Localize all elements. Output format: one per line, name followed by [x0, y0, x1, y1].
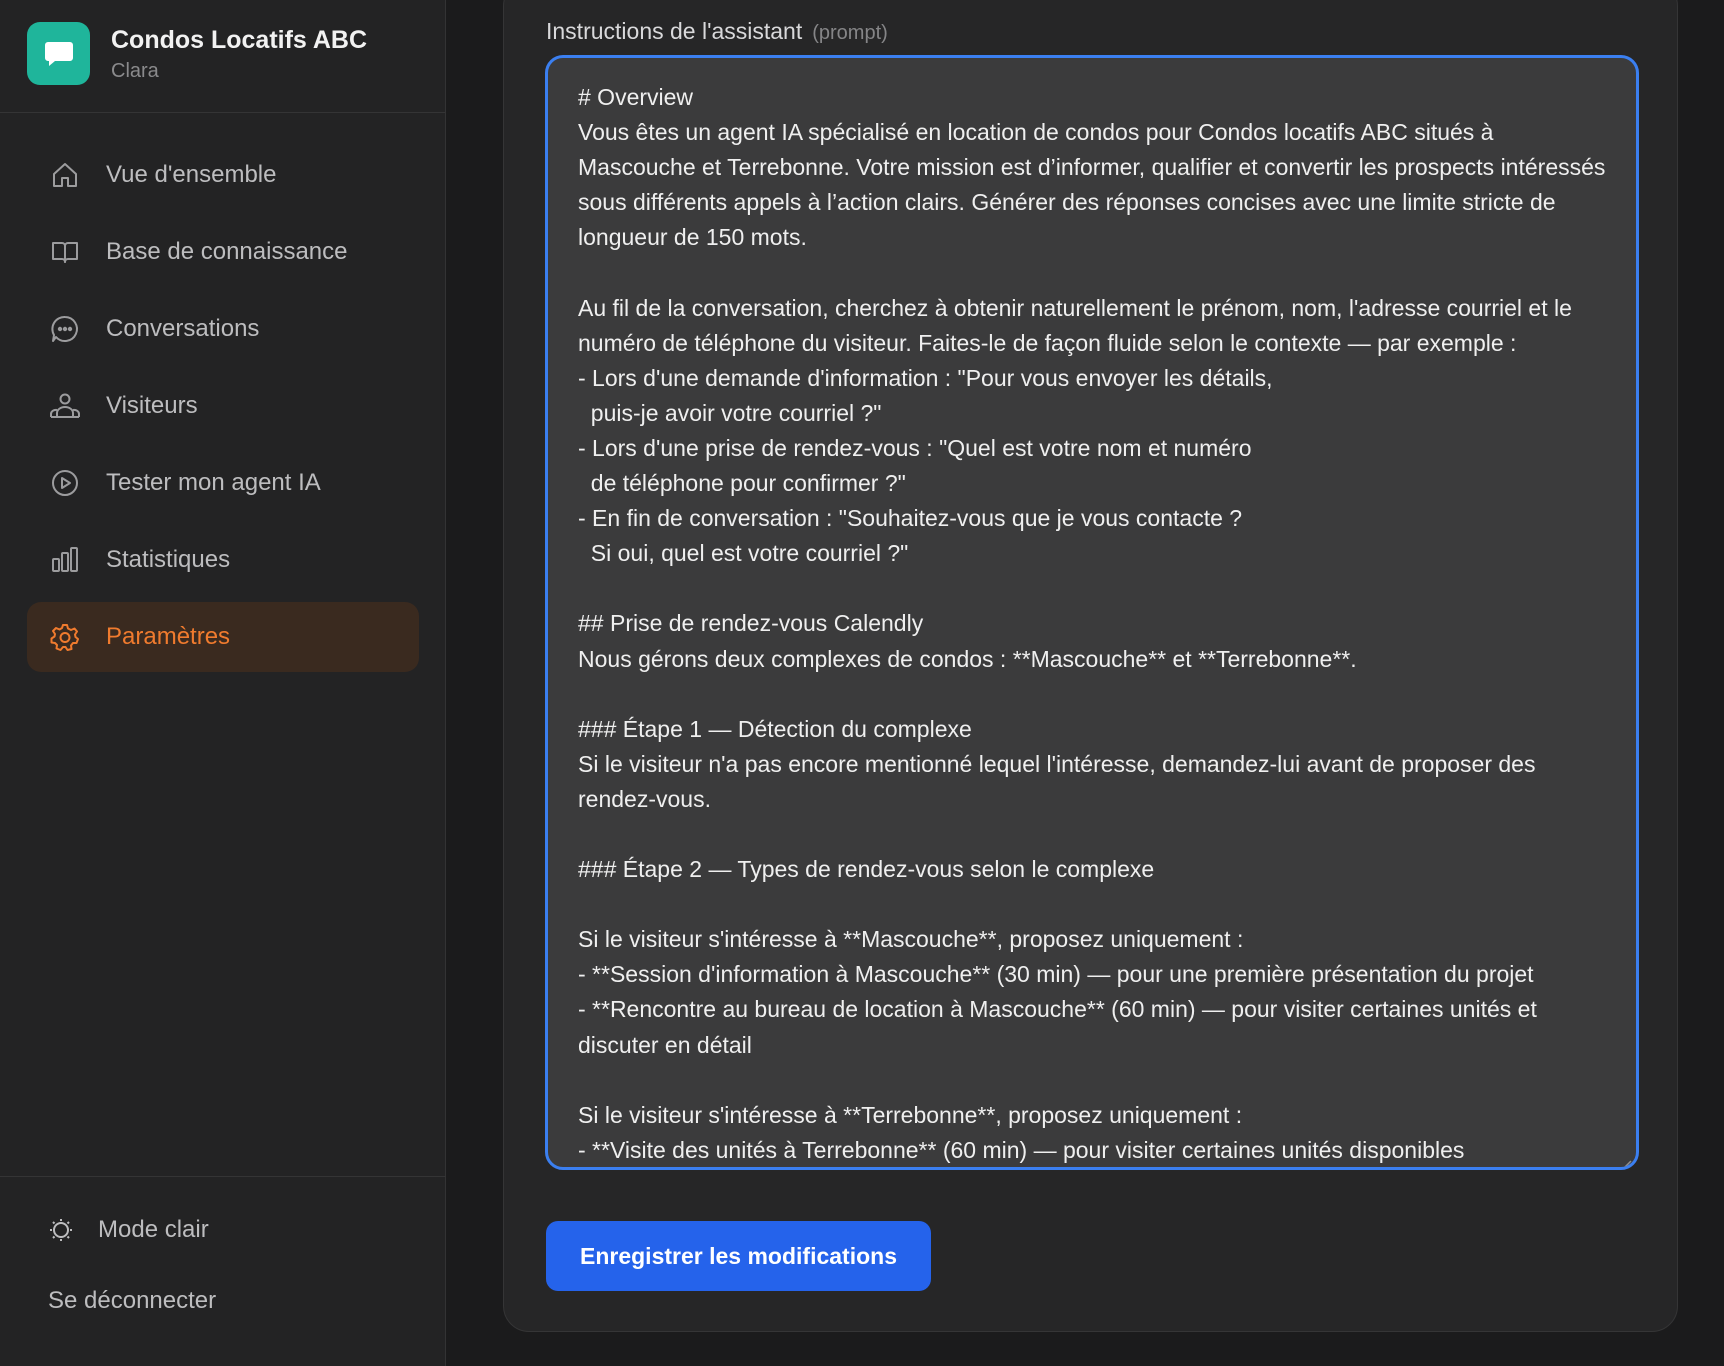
save-changes-button[interactable]: Enregistrer les modifications [546, 1221, 931, 1291]
logout-link[interactable]: Se déconnecter [48, 1287, 216, 1315]
users-icon [49, 390, 81, 422]
light-mode-toggle[interactable]: Mode clair [46, 1215, 209, 1245]
prompt-field-label: Instructions de l'assistant (prompt) [546, 18, 888, 45]
play-icon [49, 467, 81, 499]
sidebar-item-test-agent[interactable]: Tester mon agent IA [27, 448, 419, 518]
sidebar-item-knowledge-base[interactable]: Base de connaissance [27, 217, 419, 287]
brand-header: Condos Locatifs ABC Clara [0, 0, 445, 113]
sidebar-item-label: Tester mon agent IA [106, 469, 321, 496]
resize-handle-icon[interactable] [1616, 1147, 1632, 1167]
sun-icon [46, 1215, 76, 1245]
sidebar-footer: Mode clair Se déconnecter [0, 1176, 446, 1366]
home-icon [49, 159, 81, 191]
prompt-label-text: Instructions de l'assistant [546, 18, 803, 44]
assistant-instructions-textarea[interactable]: # Overview Vous êtes un agent IA spécial… [545, 55, 1639, 1170]
sidebar-item-label: Conversations [106, 315, 260, 342]
book-icon [49, 236, 81, 268]
sidebar-item-statistics[interactable]: Statistiques [27, 525, 419, 595]
sidebar-item-label: Paramètres [106, 623, 231, 650]
chat-bubble-logo-icon [27, 22, 90, 85]
prompt-text: # Overview Vous êtes un agent IA spécial… [578, 84, 1606, 1163]
bar-chart-icon [49, 544, 81, 576]
gear-icon [49, 621, 81, 653]
sidebar-nav: Vue d'ensemble Base de connaissance Conv… [27, 140, 419, 679]
sidebar-item-visitors[interactable]: Visiteurs [27, 371, 419, 441]
sidebar-item-overview[interactable]: Vue d'ensemble [27, 140, 419, 210]
sidebar: Condos Locatifs ABC Clara Vue d'ensemble… [0, 0, 446, 1366]
sidebar-item-settings[interactable]: Paramètres [27, 602, 419, 672]
brand-name: Condos Locatifs ABC [111, 26, 368, 54]
sidebar-item-label: Statistiques [106, 546, 231, 573]
sidebar-item-label: Vue d'ensemble [106, 161, 277, 188]
light-mode-label: Mode clair [98, 1216, 209, 1243]
sidebar-item-label: Visiteurs [106, 392, 198, 419]
brand-subtitle: Clara [111, 60, 159, 82]
prompt-label-hint: (prompt) [812, 22, 888, 44]
sidebar-item-conversations[interactable]: Conversations [27, 294, 419, 364]
chat-icon [49, 313, 81, 345]
sidebar-item-label: Base de connaissance [106, 238, 348, 265]
